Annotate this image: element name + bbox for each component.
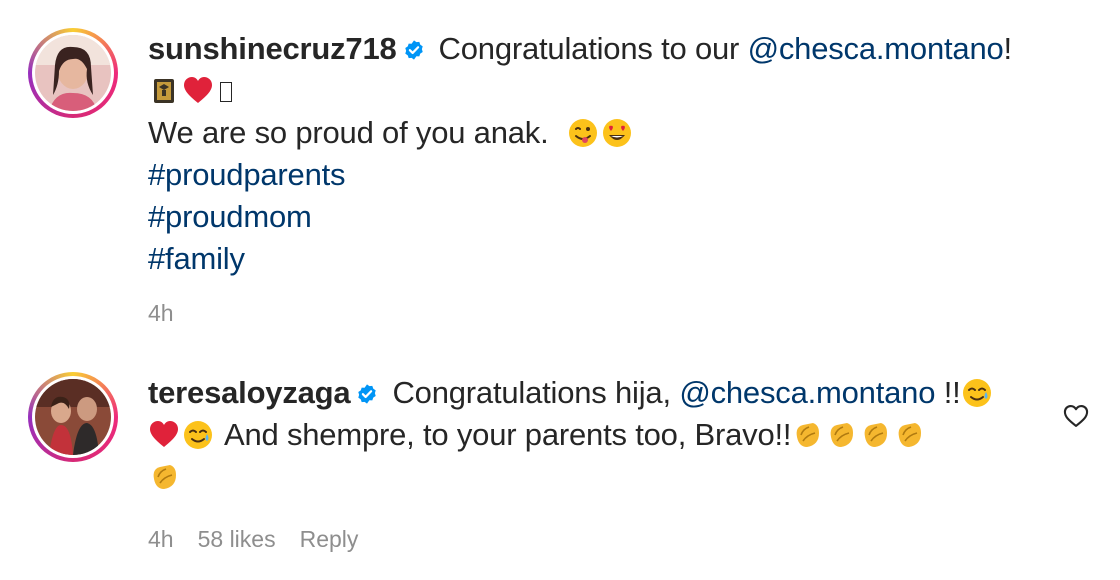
- avatar-photo: [35, 35, 111, 111]
- like-heart-icon[interactable]: [1062, 402, 1090, 430]
- comment-text-line: We are so proud of you anak.: [148, 112, 1028, 154]
- hashtag-link[interactable]: #proudmom: [148, 196, 1028, 238]
- clapping-hands-icon: [796, 423, 820, 447]
- likes-count[interactable]: 58 likes: [198, 526, 276, 552]
- unknown-glyph-box: [220, 82, 232, 102]
- comment-text: Congratulations hija,: [392, 375, 671, 410]
- clapping-hands-icon: [864, 423, 888, 447]
- hashtag-link[interactable]: #proudparents: [148, 154, 1028, 196]
- comment-first-line: sunshinecruz718 Congratulations to our @c…: [148, 28, 1028, 70]
- timestamp[interactable]: 4h: [148, 526, 174, 552]
- comment-text: And shempre, to your parents too, Bravo!…: [224, 417, 792, 452]
- verified-badge-icon: [404, 40, 423, 60]
- comment-meta: 4h: [148, 300, 198, 327]
- comment-first-line: teresaloyzaga Congratulations hija, @ches…: [148, 372, 1028, 414]
- graduation-cap-icon: [154, 79, 174, 103]
- comment-text: We are so proud of you anak.: [148, 115, 549, 150]
- avatar[interactable]: [28, 28, 118, 118]
- comment-text: Congratulations to our: [438, 31, 740, 66]
- clapping-hands-icon: [153, 465, 176, 489]
- smiling-face-with-tear-icon: [962, 379, 991, 407]
- hashtag-link[interactable]: #family: [148, 238, 1028, 280]
- username-link[interactable]: sunshinecruz718: [148, 31, 397, 66]
- reply-button[interactable]: Reply: [300, 526, 359, 552]
- avatar[interactable]: [28, 372, 118, 462]
- clapping-hands-icon: [830, 423, 854, 447]
- red-heart-icon: [184, 77, 212, 103]
- comment-text-line: And shempre, to your parents too, Bravo!…: [148, 414, 1028, 456]
- mention-link[interactable]: @chesca.montano: [748, 31, 1004, 66]
- face-savoring-icon: [568, 119, 597, 147]
- mention-suffix: !!: [943, 375, 961, 410]
- timestamp[interactable]: 4h: [148, 300, 174, 326]
- emoji-line: [148, 70, 1028, 112]
- emoji-line: [148, 456, 1028, 498]
- mention-suffix: !: [1003, 31, 1013, 66]
- heart-eyes-icon: [602, 119, 631, 147]
- red-heart-icon: [150, 421, 178, 447]
- smiling-face-with-tear-icon: [184, 421, 212, 449]
- avatar-photo: [35, 379, 111, 455]
- comment-meta: 4h 58 likes Reply: [148, 526, 382, 553]
- username-link[interactable]: teresaloyzaga: [148, 375, 351, 410]
- clapping-hands-icon: [898, 423, 922, 447]
- verified-badge-icon: [358, 384, 377, 404]
- mention-link[interactable]: @chesca.montano: [679, 375, 935, 410]
